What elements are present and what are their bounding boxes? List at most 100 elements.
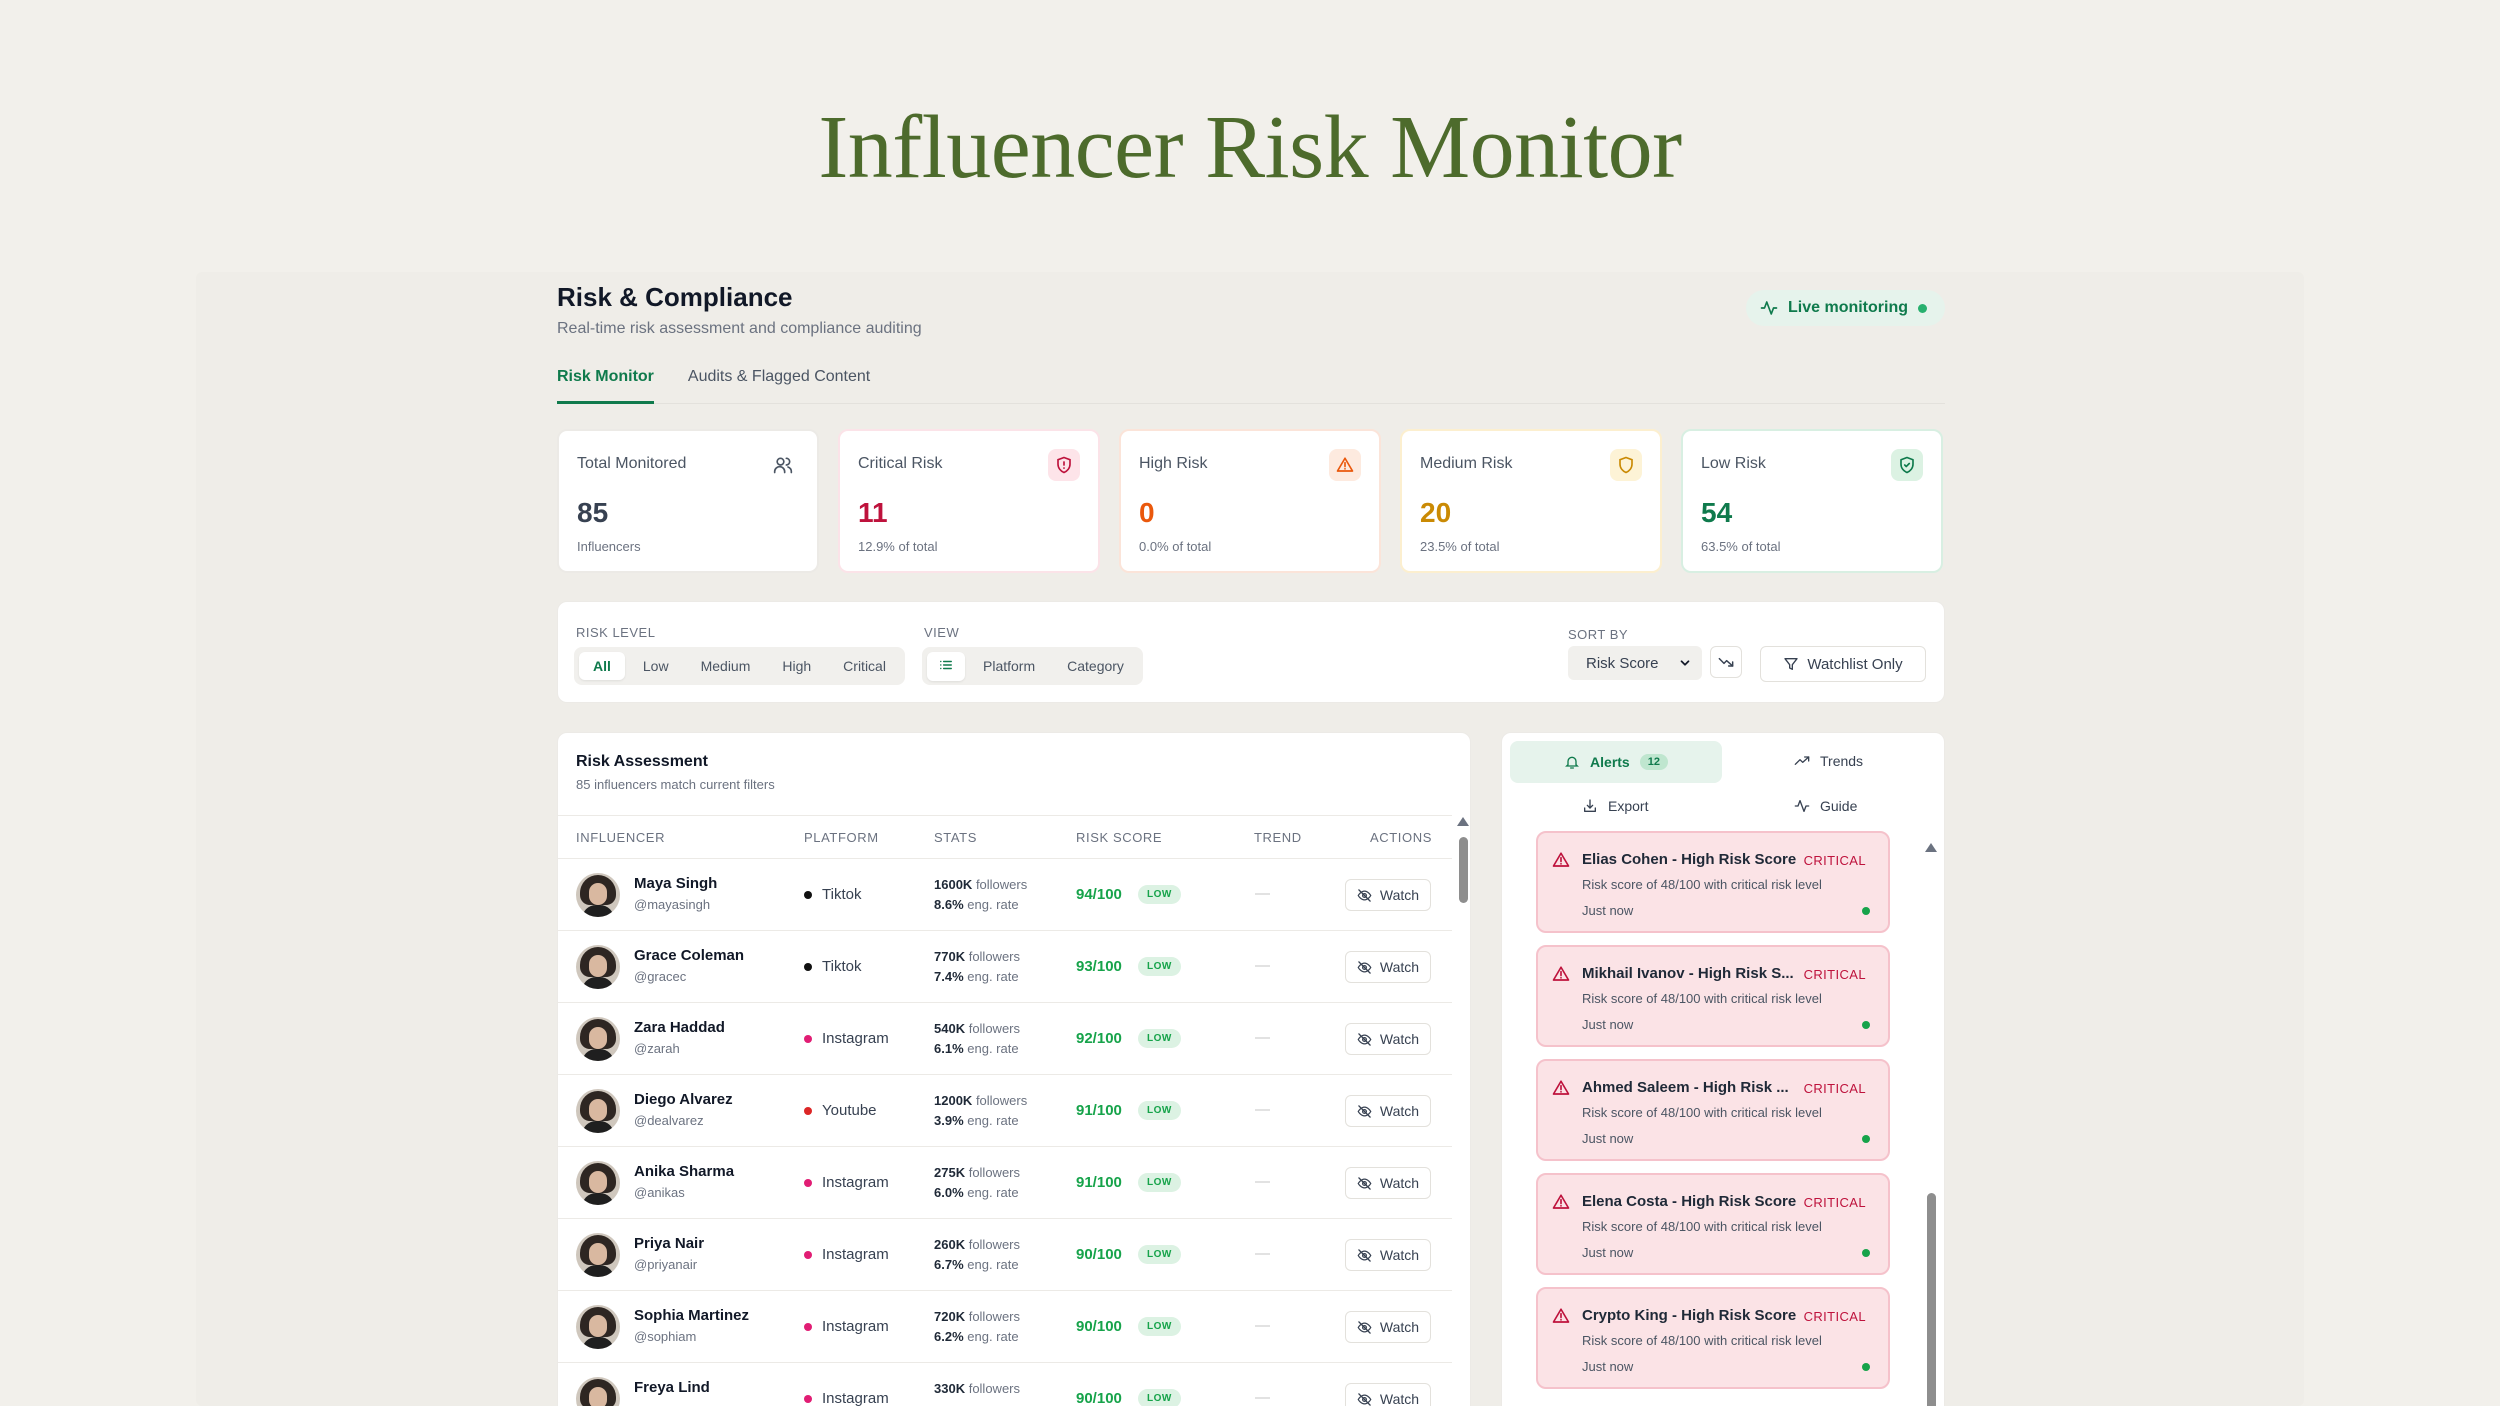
followers-value: 540K — [934, 1021, 966, 1036]
sort-select[interactable]: Risk Score — [1568, 646, 1702, 680]
shield-alert-icon — [1048, 449, 1080, 481]
platform-dot — [804, 1034, 812, 1043]
alert-card[interactable]: Elena Costa - High Risk Score CRITICAL Ris… — [1536, 1173, 1890, 1275]
influencer-name[interactable]: Grace Coleman — [634, 947, 744, 964]
risk-filter-high[interactable]: High — [768, 652, 825, 680]
influencer-name[interactable]: Maya Singh — [634, 875, 717, 892]
tab-export[interactable]: Export — [1582, 798, 1648, 814]
table-row[interactable]: Anika Sharma @anikas Instagram 275K followe… — [558, 1147, 1452, 1219]
stat-card-critical: Critical Risk 11 12.9% of total — [838, 429, 1100, 573]
influencer-name[interactable]: Zara Haddad — [634, 1019, 725, 1036]
stat-card-low: Low Risk 54 63.5% of total — [1681, 429, 1943, 573]
list-view-icon[interactable] — [927, 651, 965, 681]
platform-dot — [804, 1178, 812, 1187]
table-scrollbar[interactable] — [1457, 817, 1469, 1406]
table-row[interactable]: Maya Singh @mayasingh Tiktok 1600K follower… — [558, 859, 1452, 931]
followers-value: 1600K — [934, 877, 973, 892]
risk-score: 90/100 — [1076, 1246, 1122, 1263]
risk-score: 90/100 — [1076, 1390, 1122, 1406]
stat-label: Low Risk — [1701, 455, 1766, 472]
platform-dot — [804, 1250, 812, 1259]
alert-card[interactable]: Crypto King - High Risk Score CRITICAL Ris… — [1536, 1287, 1890, 1389]
eye-off-icon — [1357, 1248, 1372, 1262]
tab-guide[interactable]: Guide — [1794, 798, 1857, 814]
warning-triangle-icon — [1552, 1194, 1570, 1209]
risk-score: 93/100 — [1076, 958, 1122, 975]
trend-cell: — — [1255, 1389, 1270, 1406]
engagement-suffix: eng. rate — [967, 897, 1019, 912]
unread-dot — [1862, 1363, 1870, 1371]
alerts-scrollbar[interactable] — [1925, 843, 1937, 1406]
view-platform[interactable]: Platform — [969, 652, 1049, 680]
alert-card[interactable]: Ahmed Saleem - High Risk ... CRITICAL Risk… — [1536, 1059, 1890, 1161]
page-title: Influencer Risk Monitor — [818, 98, 1682, 197]
risk-filter-critical[interactable]: Critical — [829, 652, 900, 680]
watchlist-only-button[interactable]: Watchlist Only — [1760, 646, 1926, 682]
alert-card[interactable]: Mikhail Ivanov - High Risk S... CRITICAL R… — [1536, 945, 1890, 1047]
tab-alerts[interactable]: Alerts 12 — [1510, 741, 1722, 783]
column-header[interactable]: STATS — [934, 830, 977, 845]
risk-filter-all[interactable]: All — [579, 652, 625, 680]
followers-suffix: followers — [968, 1381, 1020, 1396]
column-header[interactable]: ACTIONS — [1370, 830, 1432, 845]
table-row[interactable]: Sophia Martinez @sophiam Instagram 720K fol… — [558, 1291, 1452, 1363]
risk-badge: LOW — [1138, 885, 1181, 904]
table-row[interactable]: Diego Alvarez @dealvarez Youtube 1200K foll… — [558, 1075, 1452, 1147]
platform-dot — [804, 1106, 812, 1115]
column-header[interactable]: TREND — [1254, 830, 1302, 845]
engagement-suffix: eng. rate — [967, 1329, 1019, 1344]
scroll-thumb[interactable] — [1459, 837, 1468, 903]
avatar — [576, 1161, 620, 1205]
followers-stat: 540K followers — [934, 1021, 1020, 1036]
avatar — [576, 873, 620, 917]
trend-cell: — — [1255, 1173, 1270, 1190]
influencer-name[interactable]: Diego Alvarez — [634, 1091, 733, 1108]
influencer-name[interactable]: Freya Lind — [634, 1379, 710, 1396]
column-header[interactable]: INFLUENCER — [576, 830, 665, 845]
stat-foot: 23.5% of total — [1420, 539, 1500, 554]
filter-icon — [1784, 658, 1799, 670]
users-icon — [767, 449, 799, 481]
engagement-suffix: eng. rate — [967, 1041, 1019, 1056]
watch-button[interactable]: Watch — [1345, 1023, 1431, 1055]
table-row[interactable]: Freya Lind Instagram 330K followers 90/100 L… — [558, 1363, 1452, 1406]
alert-card[interactable]: Elias Cohen - High Risk Score CRITICAL Ris… — [1536, 831, 1890, 933]
avatar — [576, 945, 620, 989]
scroll-up-arrow[interactable] — [1925, 843, 1937, 852]
alert-description: Risk score of 48/100 with critical risk … — [1582, 877, 1822, 892]
influencer-name[interactable]: Anika Sharma — [634, 1163, 734, 1180]
sort-direction-button[interactable] — [1710, 646, 1742, 678]
scroll-thumb[interactable] — [1927, 1193, 1936, 1406]
risk-assessment-panel: Risk Assessment 85 influencers match cur… — [557, 732, 1471, 1406]
sort-by-label: SORT BY — [1568, 627, 1629, 642]
trending-up-icon — [1794, 756, 1810, 765]
trend-cell: — — [1255, 885, 1270, 902]
risk-filter-medium[interactable]: Medium — [687, 652, 765, 680]
platform-label: Tiktok — [822, 958, 862, 975]
table-row[interactable]: Grace Coleman @gracec Tiktok 770K followers… — [558, 931, 1452, 1003]
table-row[interactable]: Priya Nair @priyanair Instagram 260K follow… — [558, 1219, 1452, 1291]
watch-button[interactable]: Watch — [1345, 1311, 1431, 1343]
table-row[interactable]: Zara Haddad @zarah Instagram 540K followers… — [558, 1003, 1452, 1075]
column-header[interactable]: RISK SCORE — [1076, 830, 1162, 845]
watch-button[interactable]: Watch — [1345, 951, 1431, 983]
column-header[interactable]: PLATFORM — [804, 830, 879, 845]
tab-audits-flagged-content[interactable]: Audits & Flagged Content — [688, 366, 870, 404]
followers-value: 720K — [934, 1309, 966, 1324]
influencer-name[interactable]: Priya Nair — [634, 1235, 704, 1252]
tab-risk-monitor[interactable]: Risk Monitor — [557, 366, 654, 404]
live-status-dot — [1918, 303, 1927, 313]
watch-button[interactable]: Watch — [1345, 879, 1431, 911]
watch-button[interactable]: Watch — [1345, 1383, 1431, 1406]
watch-button[interactable]: Watch — [1345, 1095, 1431, 1127]
watch-button[interactable]: Watch — [1345, 1167, 1431, 1199]
followers-suffix: followers — [968, 949, 1020, 964]
watch-button[interactable]: Watch — [1345, 1239, 1431, 1271]
view-category[interactable]: Category — [1053, 652, 1138, 680]
risk-filter-low[interactable]: Low — [629, 652, 683, 680]
tab-trends[interactable]: Trends — [1794, 753, 1863, 769]
influencer-name[interactable]: Sophia Martinez — [634, 1307, 749, 1324]
scroll-up-arrow[interactable] — [1457, 817, 1469, 826]
risk-score: 90/100 — [1076, 1318, 1122, 1335]
alert-title: Elena Costa - High Risk Score — [1582, 1193, 1797, 1210]
